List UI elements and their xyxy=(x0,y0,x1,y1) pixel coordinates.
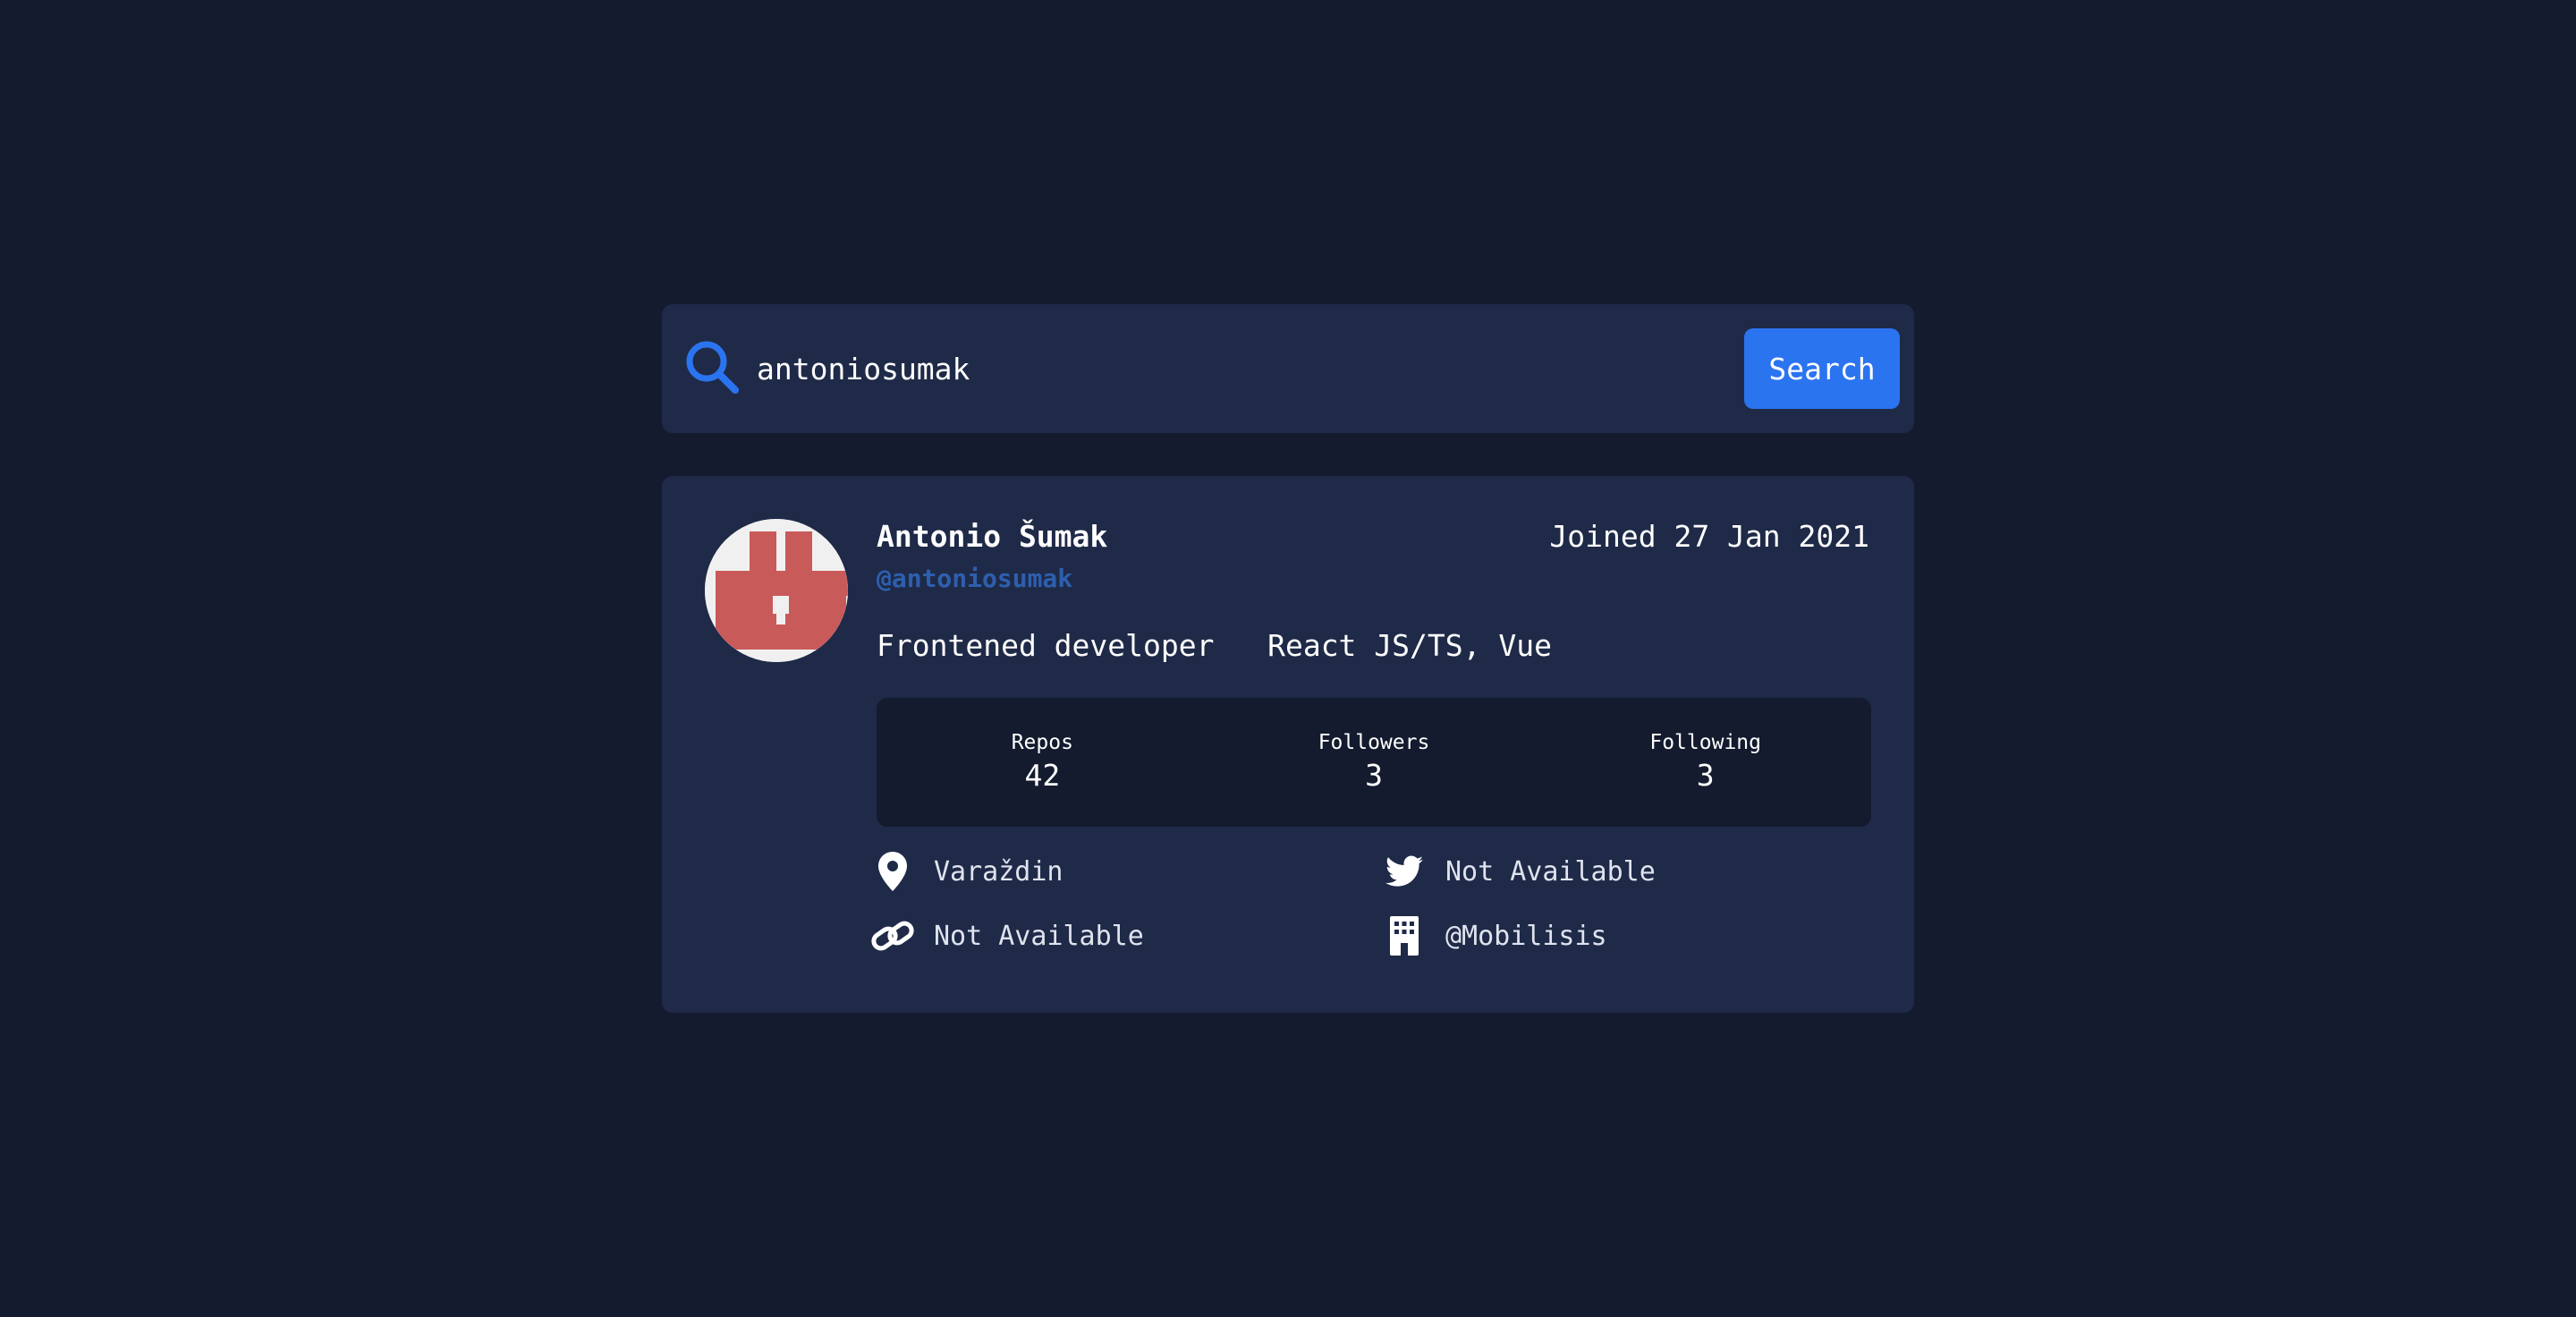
location-pin-icon xyxy=(869,850,916,893)
website-text[interactable]: Not Available xyxy=(934,921,1144,952)
search-bar: Search xyxy=(662,304,1914,433)
profile-login-link[interactable]: @antoniosumak xyxy=(877,564,1072,593)
search-input[interactable] xyxy=(757,333,1490,404)
info-website: Not Available xyxy=(869,914,1144,957)
twitter-text: Not Available xyxy=(1445,855,1656,888)
stat-value: 42 xyxy=(1024,758,1061,793)
twitter-icon xyxy=(1381,850,1428,893)
profile-name: Antonio Šumak xyxy=(877,519,1108,554)
search-icon xyxy=(683,338,741,395)
stat-label: Followers xyxy=(1318,731,1430,754)
info-location: Varaždin xyxy=(869,850,1063,893)
joined-date: Joined 27 Jan 2021 xyxy=(1549,519,1869,554)
stat-value: 3 xyxy=(1365,758,1383,793)
stat-label: Repos xyxy=(1011,731,1073,754)
info-twitter: Not Available xyxy=(1381,850,1656,893)
profile-bio: Frontened developer React JS/TS, Vue xyxy=(877,628,1552,663)
stat-value: 3 xyxy=(1696,758,1715,793)
profile-card: Antonio Šumak @antoniosumak Joined 27 Ja… xyxy=(662,476,1914,1013)
identicon-avatar xyxy=(705,519,848,662)
stat-following: Following 3 xyxy=(1539,698,1871,827)
search-button[interactable]: Search xyxy=(1744,328,1900,409)
stat-repos: Repos 42 xyxy=(877,698,1208,827)
stat-label: Following xyxy=(1649,731,1761,754)
info-company: @Mobilisis xyxy=(1381,914,1607,957)
stat-followers: Followers 3 xyxy=(1208,698,1540,827)
stats-box: Repos 42 Followers 3 Following 3 xyxy=(877,698,1871,827)
building-icon xyxy=(1381,914,1428,957)
location-text: Varaždin xyxy=(934,855,1063,888)
link-icon xyxy=(869,914,916,957)
company-text: @Mobilisis xyxy=(1445,920,1607,952)
